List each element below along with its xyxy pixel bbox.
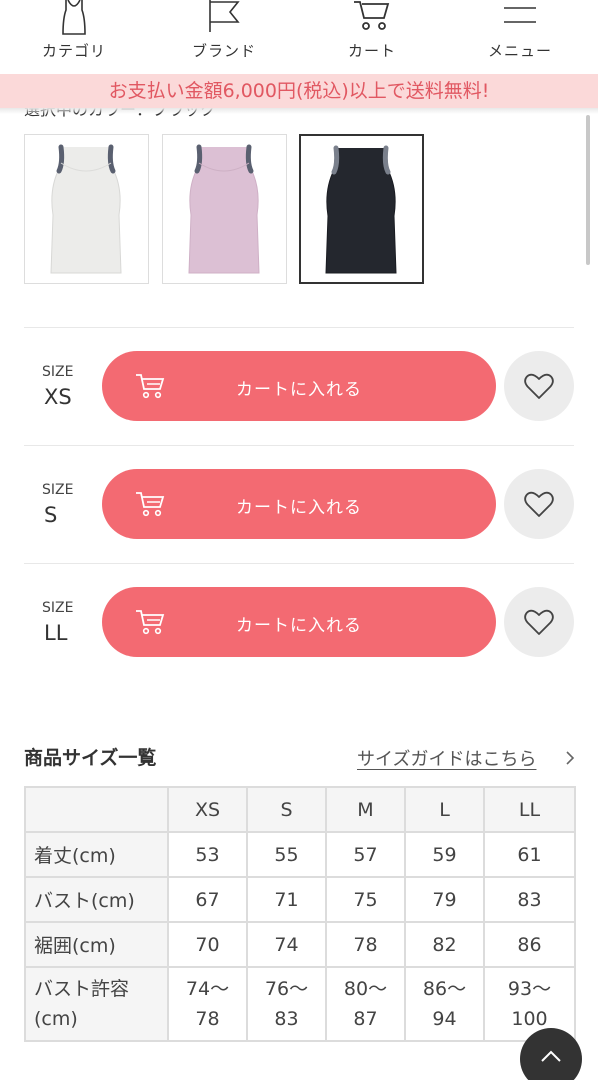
table-cell: 82 [404,921,485,968]
table-cell: 86〜 94 [404,966,485,1042]
nav-menu[interactable]: メニュー [460,0,580,74]
size-value: XS [44,385,72,409]
size-guide-link[interactable]: サイズガイドはこちら [357,745,536,771]
free-shipping-banner: お支払い金額6,000円(税込)以上で送料無料! [0,74,598,108]
range-start: 74〜 [185,978,230,1000]
size-caption: SIZE [42,600,74,616]
row-header: 裾囲(cm) [24,921,169,968]
divider [24,563,574,564]
size-row-s: SIZE S カートに入れる [24,469,574,587]
table-cell: 86 [483,921,576,968]
table-cell: 67 [167,876,248,923]
table-cell: 74〜 78 [167,966,248,1042]
cart-icon [352,0,392,40]
table-row: 着丈(cm) 53 55 57 59 61 [24,831,576,878]
column-header: S [246,786,327,833]
heart-icon [524,609,554,635]
add-to-cart-label: カートに入れる [236,616,362,636]
nav-menu-label: メニュー [487,42,552,60]
table-cell: 79 [404,876,485,923]
add-to-cart-button[interactable]: カートに入れる [102,587,496,657]
add-to-cart-button[interactable]: カートに入れる [102,351,496,421]
chevron-right-icon[interactable] [565,750,575,770]
heart-icon [524,373,554,399]
color-swatch-pink[interactable] [162,134,287,284]
range-end: 78 [195,1008,220,1030]
range-start: 76〜 [264,978,309,1000]
size-caption: SIZE [42,482,74,498]
divider [24,327,574,328]
nav-cart-label: カート [347,42,396,60]
column-header: XS [167,786,248,833]
column-header: LL [483,786,576,833]
table-cell: 75 [325,876,406,923]
row-header: バスト(cm) [24,876,169,923]
scrollbar[interactable] [586,115,590,265]
header-empty-cell [24,786,169,833]
tanktop-black-image [325,145,397,274]
favorite-button[interactable] [504,351,574,421]
size-table: XS S M L LL 着丈(cm) 53 55 57 59 61 バスト(cm… [24,786,576,1042]
table-cell: 76〜 83 [246,966,327,1042]
row-header-line: (cm) [34,1008,78,1030]
table-cell: 78 [325,921,406,968]
top-nav: カテゴリ ブランド カート メニュー [0,0,598,74]
table-cell: 55 [246,831,327,878]
table-cell: 80〜 87 [325,966,406,1042]
size-caption: SIZE [42,364,74,380]
add-to-cart-button[interactable]: カートに入れる [102,469,496,539]
size-table-header-row: XS S M L LL [24,786,576,833]
table-cell: 61 [483,831,576,878]
range-start: 93〜 [507,978,552,1000]
table-cell: 59 [404,831,485,878]
nav-category-label: カテゴリ [41,42,106,60]
add-to-cart-label: カートに入れる [236,498,362,518]
flag-icon [204,0,244,40]
banner-shadow [0,108,598,114]
favorite-button[interactable] [504,587,574,657]
row-header: 着丈(cm) [24,831,169,878]
add-to-cart-label: カートに入れる [236,380,362,400]
chevron-up-icon [541,1050,561,1062]
range-end: 87 [353,1008,378,1030]
table-cell: 57 [325,831,406,878]
size-value: LL [44,621,68,645]
range-start: 80〜 [343,978,388,1000]
size-table-title: 商品サイズ一覧 [24,747,157,769]
size-row-ll: SIZE LL カートに入れる [24,587,574,705]
column-header: M [325,786,406,833]
table-cell: 83 [483,876,576,923]
table-cell: 71 [246,876,327,923]
hamburger-icon [500,0,540,40]
row-header: バスト許容 (cm) [24,966,169,1042]
heart-icon [524,491,554,517]
size-value: S [44,503,58,527]
color-swatch-white[interactable] [24,134,149,284]
nav-cart[interactable]: カート [312,0,432,74]
table-row: 裾囲(cm) 70 74 78 82 86 [24,921,576,968]
nav-brand[interactable]: ブランド [164,0,284,74]
nav-category[interactable]: カテゴリ [14,0,134,74]
range-start: 86〜 [422,978,467,1000]
favorite-button[interactable] [504,469,574,539]
tanktop-pink-image [188,144,260,274]
table-row: バスト(cm) 67 71 75 79 83 [24,876,576,923]
color-swatch-black[interactable] [299,134,424,284]
size-row-xs: SIZE XS カートに入れる [24,351,574,469]
range-end: 94 [432,1008,457,1030]
range-end: 100 [511,1008,548,1030]
table-row: バスト許容 (cm) 74〜 78 76〜 83 80〜 87 86〜 94 9… [24,966,576,1042]
column-header: L [404,786,485,833]
tanktop-icon [54,0,94,40]
table-cell: 70 [167,921,248,968]
table-cell: 53 [167,831,248,878]
divider [24,445,574,446]
range-end: 83 [274,1008,299,1030]
table-cell: 74 [246,921,327,968]
tanktop-white-image [50,144,122,274]
row-header-line: バスト許容 [34,978,130,1000]
nav-brand-label: ブランド [191,42,256,60]
